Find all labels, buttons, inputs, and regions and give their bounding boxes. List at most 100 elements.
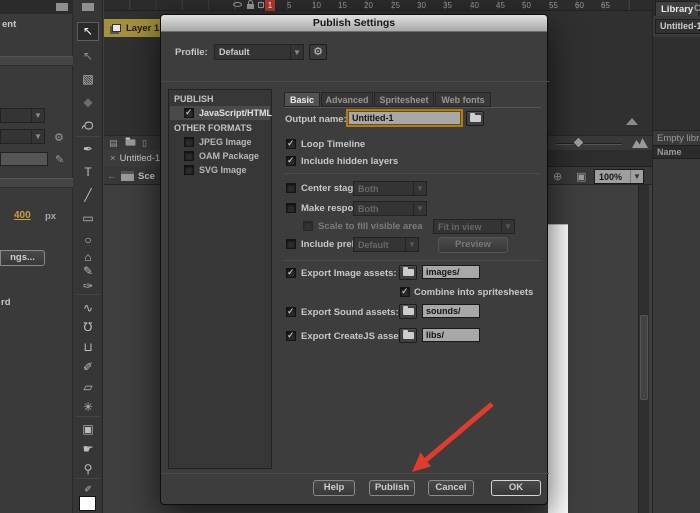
stage-zoom-dropdown[interactable]: 100%▼ (594, 169, 644, 184)
image-assets-path-input[interactable]: images/ (422, 265, 480, 279)
eye-visibility-icon[interactable] (233, 2, 242, 7)
properties-section-divider-2[interactable] (0, 178, 73, 188)
combine-spritesheets-checkbox[interactable] (400, 287, 410, 297)
new-folder-icon[interactable] (125, 139, 136, 148)
bone-tool[interactable]: ∿ (77, 299, 99, 318)
back-arrow-icon[interactable]: ← (107, 171, 117, 182)
createjs-assets-path-input[interactable]: libs/ (422, 328, 480, 342)
spray-brush-tool[interactable]: ✳ (77, 398, 99, 417)
center-stage-dropdown[interactable]: Both▼ (353, 181, 427, 196)
format-javascript-html[interactable]: JavaScript/HTML (170, 106, 270, 120)
createjs-assets-folder-button[interactable] (399, 328, 417, 343)
cancel-button[interactable]: Cancel (428, 480, 474, 496)
hand-tool[interactable]: ☛ (77, 440, 99, 459)
free-transform-tool[interactable]: ▧ (77, 70, 99, 89)
fill-color-swatch[interactable] (79, 496, 96, 511)
toolbar-divider (76, 416, 100, 417)
tab-advanced[interactable]: Advanced (321, 92, 373, 107)
tab-library[interactable]: Library (655, 1, 699, 16)
rectangle-tool[interactable]: ▭ (77, 209, 99, 228)
panel-menu-icon[interactable] (56, 3, 68, 11)
image-assets-folder-button[interactable] (399, 265, 417, 280)
trash-icon[interactable]: ▯ (142, 139, 147, 148)
line-tool[interactable]: ╱ (77, 186, 99, 205)
publish-button[interactable]: Publish (369, 480, 415, 496)
sound-assets-folder-button[interactable] (399, 304, 417, 319)
include-preloader-checkbox[interactable] (286, 239, 296, 249)
export-image-assets-checkbox[interactable] (286, 268, 296, 278)
help-button[interactable]: Help (313, 480, 355, 496)
preview-button[interactable]: Preview (438, 237, 508, 253)
properties-text-field[interactable] (0, 152, 48, 166)
center-stage-checkbox[interactable] (286, 183, 296, 193)
make-responsive-checkbox[interactable] (286, 203, 296, 213)
output-name-input[interactable]: Untitled-1 (348, 111, 461, 125)
text-tool[interactable]: T (77, 163, 99, 182)
properties-dropdown-2[interactable]: ▼ (0, 129, 45, 144)
format-svg[interactable]: SVG Image (170, 163, 270, 177)
clip-content-icon[interactable]: ▣ (576, 170, 586, 183)
timeline-zoom-slider-thumb[interactable] (572, 136, 585, 149)
jpeg-checkbox[interactable] (184, 137, 194, 147)
svg-checkbox[interactable] (184, 165, 194, 175)
preloader-dropdown[interactable]: Default▼ (353, 237, 419, 252)
playhead-frame-indicator[interactable]: 1 (265, 0, 275, 11)
ink-bottle-tool[interactable]: ⊔ (77, 338, 99, 357)
include-hidden-layers-checkbox[interactable] (286, 156, 296, 166)
timeline-zoom-max-icon[interactable] (632, 138, 648, 148)
chevron-down-icon: ▼ (501, 220, 514, 233)
format-jpeg[interactable]: JPEG Image (170, 135, 270, 149)
outline-mode-icon[interactable] (258, 2, 264, 8)
timeline-zoom-slider-track[interactable] (556, 143, 622, 145)
tab-cc-libraries-partial[interactable]: CC (694, 3, 700, 14)
timeline-scroll-up-icon[interactable] (626, 118, 638, 125)
oam-checkbox[interactable] (184, 151, 194, 161)
stage-canvas[interactable] (548, 224, 568, 513)
eraser-tool[interactable]: ▱ (77, 378, 99, 397)
pencil-edit-icon[interactable]: ✎ (55, 153, 64, 166)
output-folder-button[interactable] (466, 111, 484, 126)
close-icon[interactable]: × (110, 153, 116, 164)
scale-to-fill-checkbox[interactable] (303, 221, 313, 231)
vertical-scrollbar[interactable] (638, 185, 649, 513)
make-responsive-dropdown[interactable]: Both▼ (353, 201, 427, 216)
camera-tool[interactable]: ▣ (77, 420, 99, 439)
layer-name[interactable]: Layer 1 (126, 23, 159, 34)
lasso-tool[interactable]: Q (79, 115, 98, 137)
tab-spritesheet[interactable]: Spritesheet (374, 92, 434, 107)
library-document-select[interactable]: Untitled-1 (655, 19, 700, 34)
wrench-icon[interactable]: ⚙ (54, 131, 64, 144)
paint-bucket-tool[interactable]: ℧ (77, 318, 99, 337)
ok-button[interactable]: OK (491, 480, 541, 496)
scale-to-fill-dropdown[interactable]: Fit in view▼ (433, 219, 515, 234)
new-layer-icon[interactable]: ▤ (109, 139, 118, 148)
timeline-ruler[interactable]: 1 5 10 15 20 25 30 35 40 45 50 55 60 65 (104, 0, 652, 11)
export-createjs-assets-checkbox[interactable] (286, 331, 296, 341)
tab-basic[interactable]: Basic (284, 92, 320, 107)
scrollbar-thumb[interactable] (640, 315, 648, 400)
profile-options-gear-icon[interactable]: ⚙ (309, 44, 327, 60)
properties-dropdown-1[interactable]: ▼ (0, 108, 45, 123)
subselection-tool[interactable]: ↖ (77, 47, 99, 66)
properties-section-divider[interactable] (0, 56, 73, 66)
ruler-number: 40 (470, 1, 479, 10)
profile-dropdown[interactable]: Default▼ (214, 44, 304, 60)
tools-panel-grip-icon[interactable] (82, 3, 94, 11)
javascript-html-checkbox[interactable] (184, 108, 194, 118)
stage-height-value[interactable]: 400 (14, 210, 31, 221)
zoom-tool[interactable]: ⚲ (77, 460, 99, 479)
format-oam[interactable]: OAM Package (170, 149, 270, 163)
pen-tool[interactable]: ✒ (77, 140, 99, 159)
sound-assets-path-input[interactable]: sounds/ (422, 304, 480, 318)
eyedropper-tool[interactable]: ✐ (77, 358, 99, 377)
export-sound-assets-checkbox[interactable] (286, 307, 296, 317)
gradient-transform-tool[interactable]: ◆ (77, 93, 99, 112)
lock-icon[interactable] (247, 4, 254, 9)
library-name-column-header[interactable]: Name (653, 145, 700, 159)
center-stage-icon[interactable]: ⊕ (553, 170, 562, 183)
loop-timeline-checkbox[interactable] (286, 139, 296, 149)
advanced-settings-button-partial[interactable]: ngs... (0, 250, 45, 266)
tab-web-fonts[interactable]: Web fonts (435, 92, 491, 107)
selection-tool[interactable]: ↖ (77, 22, 99, 41)
dialog-title-bar[interactable]: Publish Settings (161, 15, 547, 32)
